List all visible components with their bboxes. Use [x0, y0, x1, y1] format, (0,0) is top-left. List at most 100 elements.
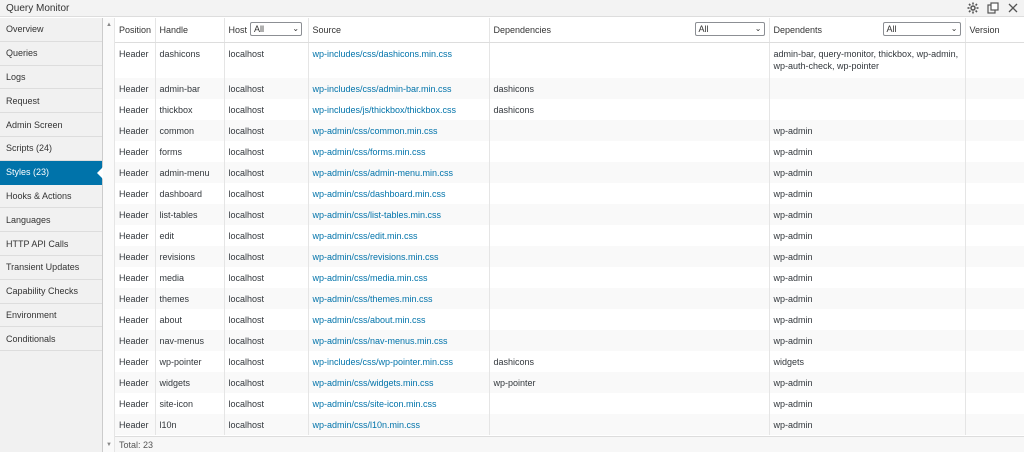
cell-source[interactable]: wp-includes/js/thickbox/thickbox.css [308, 99, 490, 120]
table-row: Header list-tables localhost wp-admin/css/l… [115, 204, 1024, 225]
cell-source[interactable]: wp-admin/css/widgets.min.css [308, 372, 490, 393]
cell-dependencies [489, 42, 770, 78]
cell-position: Header [115, 141, 156, 162]
cell-dependents: wp-admin [769, 183, 966, 204]
cell-dependents: wp-admin [769, 330, 966, 351]
table-row: Header thickbox localhost wp-includes/js/th… [115, 99, 1024, 120]
cell-dependencies [489, 204, 770, 225]
cell-handle: widgets [155, 372, 225, 393]
cell-source[interactable]: wp-admin/css/common.min.css [308, 120, 490, 141]
cell-dependents: wp-admin [769, 141, 966, 162]
scroll-gutter[interactable]: ▲ ▼ [103, 18, 115, 452]
cell-version [965, 288, 1024, 309]
sidebar-item[interactable]: HTTP API Calls [0, 232, 102, 256]
cell-handle: thickbox [155, 99, 225, 120]
cell-handle: wp-pointer [155, 351, 225, 372]
cell-handle: about [155, 309, 225, 330]
cell-dependents: wp-admin [769, 204, 966, 225]
panel-title: Query Monitor [6, 3, 70, 14]
cell-source[interactable]: wp-includes/css/dashicons.min.css [308, 42, 490, 78]
dependents-filter-select[interactable]: All ⌄ [882, 22, 961, 36]
cell-source[interactable]: wp-includes/css/wp-pointer.min.css [308, 351, 490, 372]
cell-dependencies [489, 225, 770, 246]
cell-source[interactable]: wp-admin/css/nav-menus.min.css [308, 330, 490, 351]
col-position[interactable]: Position [115, 18, 156, 43]
sidebar-item[interactable]: Scripts (24) [0, 136, 102, 161]
cell-version [965, 309, 1024, 330]
sidebar-item[interactable]: Transient Updates [0, 255, 102, 280]
cell-dependencies [489, 120, 770, 141]
cell-host: localhost [224, 351, 309, 372]
cell-source[interactable]: wp-includes/css/admin-bar.min.css [308, 78, 490, 99]
dependencies-filter-select[interactable]: All ⌄ [694, 22, 765, 36]
table-row: Header common localhost wp-admin/css/common… [115, 120, 1024, 141]
cell-host: localhost [224, 141, 309, 162]
cell-source[interactable]: wp-admin/css/themes.min.css [308, 288, 490, 309]
cell-dependents: wp-admin [769, 372, 966, 393]
cell-handle: forms [155, 141, 225, 162]
panel-menu: Overview Queries Logs Request Admin Screen Sc… [0, 18, 103, 452]
col-dependencies: Dependencies All ⌄ [489, 18, 770, 43]
cell-position: Header [115, 414, 156, 435]
cell-dependencies [489, 162, 770, 183]
cell-version [965, 120, 1024, 141]
sidebar-item[interactable]: Hooks & Actions [0, 184, 102, 209]
cell-handle: l10n [155, 414, 225, 435]
cell-host: localhost [224, 162, 309, 183]
popout-icon[interactable] [986, 1, 1000, 15]
sidebar-item[interactable]: Overview [0, 18, 102, 42]
table-row: Header edit localhost wp-admin/css/edit.min… [115, 225, 1024, 246]
cell-source[interactable]: wp-admin/css/forms.min.css [308, 141, 490, 162]
sidebar-item[interactable]: Queries [0, 41, 102, 66]
cell-position: Header [115, 288, 156, 309]
cell-source[interactable]: wp-admin/css/media.min.css [308, 267, 490, 288]
cell-dependents: wp-admin [769, 120, 966, 141]
table-row: Header wp-pointer localhost wp-includes/css… [115, 351, 1024, 372]
cell-source[interactable]: wp-admin/css/about.min.css [308, 309, 490, 330]
cell-version [965, 225, 1024, 246]
col-handle[interactable]: Handle [155, 18, 225, 43]
cell-source[interactable]: wp-admin/css/revisions.min.css [308, 246, 490, 267]
table-row: Header admin-bar localhost wp-includes/css/… [115, 78, 1024, 99]
scroll-down-icon[interactable]: ▼ [106, 442, 112, 448]
gear-icon[interactable] [966, 1, 980, 15]
cell-host: localhost [224, 267, 309, 288]
sidebar-item[interactable]: Request [0, 89, 102, 114]
sidebar-item[interactable]: Capability Checks [0, 279, 102, 304]
cell-version [965, 351, 1024, 372]
sidebar-item[interactable]: Conditionals [0, 327, 102, 352]
sidebar-item[interactable]: Styles (23) [0, 160, 103, 185]
table-row: Header site-icon localhost wp-admin/css/sit… [115, 393, 1024, 414]
cell-dependencies: dashicons [489, 78, 770, 99]
cell-handle: admin-menu [155, 162, 225, 183]
sidebar-item[interactable]: Environment [0, 303, 102, 328]
cell-handle: nav-menus [155, 330, 225, 351]
cell-dependencies: dashicons [489, 99, 770, 120]
sidebar-item[interactable]: Logs [0, 65, 102, 90]
cell-dependents: wp-admin [769, 246, 966, 267]
cell-source[interactable]: wp-admin/css/list-tables.min.css [308, 204, 490, 225]
cell-source[interactable]: wp-admin/css/l10n.min.css [308, 414, 490, 435]
cell-source[interactable]: wp-admin/css/site-icon.min.css [308, 393, 490, 414]
cell-dependents: widgets [769, 351, 966, 372]
cell-host: localhost [224, 414, 309, 435]
cell-version [965, 246, 1024, 267]
sidebar-item[interactable]: Admin Screen [0, 113, 102, 137]
cell-source[interactable]: wp-admin/css/dashboard.min.css [308, 183, 490, 204]
sidebar-item[interactable]: Languages [0, 208, 102, 233]
table-row: Header dashboard localhost wp-admin/css/das… [115, 183, 1024, 204]
host-filter-select[interactable]: All ⌄ [250, 22, 303, 36]
table-row: Header revisions localhost wp-admin/css/rev… [115, 246, 1024, 267]
cell-dependencies: wp-pointer [489, 372, 770, 393]
cell-version [965, 393, 1024, 414]
cell-host: localhost [224, 309, 309, 330]
cell-host: localhost [224, 78, 309, 99]
cell-dependents: wp-admin [769, 288, 966, 309]
cell-dependencies: dashicons [489, 351, 770, 372]
cell-handle: admin-bar [155, 78, 225, 99]
scroll-up-icon[interactable]: ▲ [106, 22, 112, 28]
cell-source[interactable]: wp-admin/css/edit.min.css [308, 225, 490, 246]
cell-source[interactable]: wp-admin/css/admin-menu.min.css [308, 162, 490, 183]
cell-dependencies [489, 414, 770, 435]
close-icon[interactable] [1006, 1, 1020, 15]
